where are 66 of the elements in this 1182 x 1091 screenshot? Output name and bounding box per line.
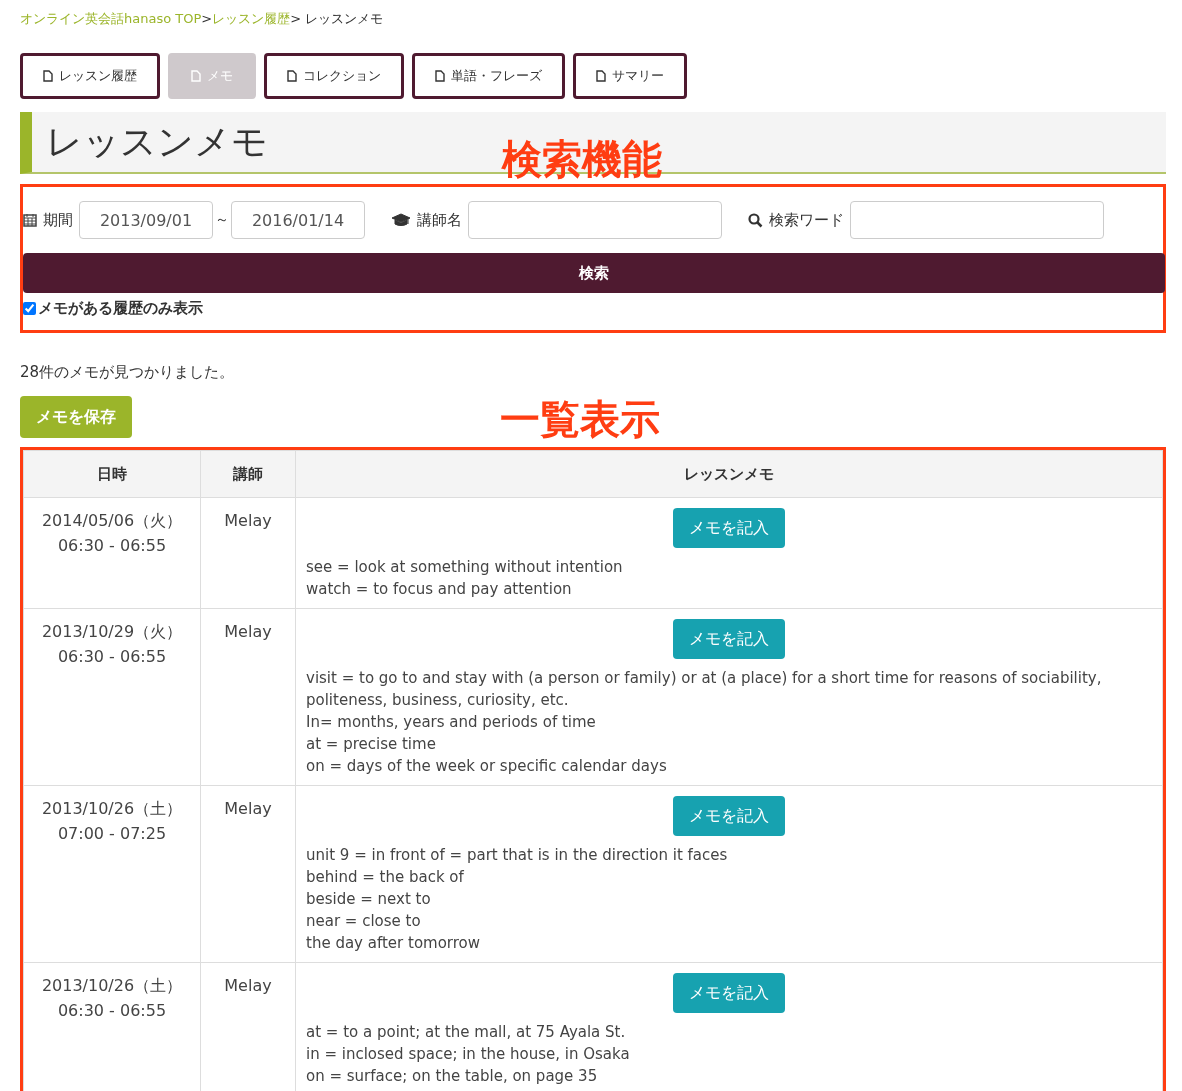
teacher-name: Melay [224,799,272,818]
document-icon [287,70,297,82]
keyword-field[interactable] [850,201,1104,239]
graduation-cap-icon [391,213,411,227]
document-icon [191,70,201,82]
breadcrumb-link[interactable]: オンライン英会話hanaso TOP [20,11,202,26]
memo-line: in = inclosed space; in the house, in Osaka [306,1044,631,1065]
search-button[interactable]: 検索 [23,253,1165,293]
memo-line: watch = to focus and pay attention [306,579,573,600]
lesson-time: 06:30 - 06:55 [56,1000,168,1022]
calendar-icon [23,213,37,227]
keyword-label: 検索ワード [769,210,844,230]
search-icon [748,212,763,228]
breadcrumb-link[interactable]: レッスン履歴 [212,11,291,26]
annotation-label: 一覧表示 [500,395,660,444]
breadcrumb-separator: > [290,11,302,26]
lesson-date: 2013/10/26（土） [40,798,184,820]
teacher-label: 講師名 [417,210,462,230]
document-icon [435,70,445,82]
checkbox[interactable] [23,302,36,315]
write-memo-button[interactable]: メモを記入 [673,973,785,1013]
breadcrumb-current: レッスンメモ [305,11,384,26]
write-memo-button[interactable]: メモを記入 [673,796,785,836]
checkbox-label: メモがある履歴のみ表示 [38,299,203,318]
memo-line: see = look at something without intention [306,557,624,578]
teacher-name: Melay [224,511,272,530]
memo-line: visit = to go to and stay with (a person or family) or at (a place) for a short time for reasons of sociability, politeness, business, curiosity, etc. [306,668,1103,711]
memo-line: near = close to [306,911,422,932]
write-memo-button[interactable]: メモを記入 [673,619,785,659]
lesson-date: 2013/10/26（土） [40,975,184,997]
column-header: 講師 [200,450,296,498]
document-icon [596,70,606,82]
memo-line: at = to a point; at the mall, at 75 Ayala St. [306,1022,627,1043]
document-icon [43,70,53,82]
lesson-time: 06:30 - 06:55 [56,535,168,557]
tab[interactable]: レッスン履歴 [20,53,160,99]
annotation-label: 検索機能 [502,135,662,184]
teacher-field[interactable] [468,201,722,239]
teacher-name: Melay [224,622,272,641]
tab[interactable]: 単語・フレーズ [412,53,565,99]
period-label: 期間 [43,210,73,230]
range-separator: ～ [215,211,229,229]
column-header: レッスンメモ [295,450,1163,498]
lesson-date: 2014/05/06（火） [40,510,184,532]
write-memo-button[interactable]: メモを記入 [673,508,785,548]
breadcrumb-separator: > [201,11,213,26]
lesson-date: 2013/10/29（火） [40,621,184,643]
memo-line: on = surface; on the table, on page 35 [306,1066,599,1087]
memo-line: the day after tomorrow [306,933,482,954]
tab[interactable]: サマリー [573,53,687,99]
date-to-field[interactable]: 2016/01/14 [231,201,365,239]
tab[interactable]: コレクション [264,53,404,99]
result-count: 28件のメモが見つかりました。 [20,363,236,382]
save-memo-button[interactable]: メモを保存 [20,396,132,438]
page-title: レッスンメモ [46,119,268,164]
lesson-time: 06:30 - 06:55 [56,646,168,668]
teacher-name: Melay [224,976,272,995]
memo-line: behind = the back of [306,867,465,888]
date-from-field[interactable]: 2013/09/01 [79,201,213,239]
memo-line: In= months, years and periods of time [306,712,597,733]
memo-line: on = days of the week or specific calendar days [306,756,668,777]
column-header: 日時 [23,450,201,498]
memo-line: at = precise time [306,734,437,755]
memo-line: beside = next to [306,889,432,910]
lesson-time: 07:00 - 07:25 [56,823,168,845]
memo-line: unit 9 = in front of = part that is in the direction it faces [306,845,729,866]
